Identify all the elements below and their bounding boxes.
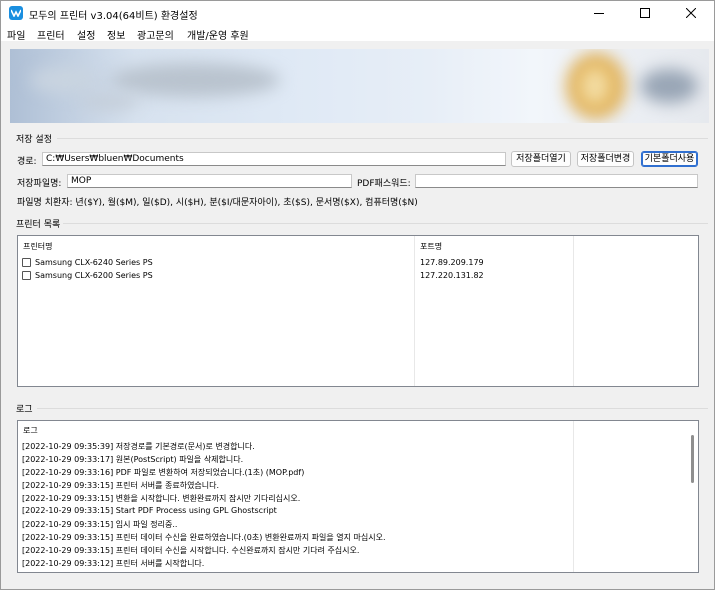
printer-checkbox[interactable] bbox=[22, 271, 31, 280]
menu-printer[interactable]: 프린터 bbox=[37, 27, 65, 42]
menu-donate[interactable]: 개발/운영 후원 bbox=[187, 27, 249, 42]
banner-blur-shape bbox=[80, 95, 140, 109]
default-folder-button[interactable]: 기본폴더사용 bbox=[641, 151, 698, 167]
menu-ad-inquiry[interactable]: 광고문의 bbox=[137, 27, 174, 42]
log-line: [2022-10-29 09:33:15] Start PDF Process … bbox=[22, 506, 277, 515]
menu-bar: 파일 프린터 설정 정보 광고문의 개발/운영 후원 bbox=[1, 25, 714, 42]
pdf-password-field[interactable] bbox=[415, 174, 698, 188]
column-header-port[interactable]: 포트명 bbox=[420, 241, 442, 252]
menu-file[interactable]: 파일 bbox=[7, 27, 25, 42]
maximize-icon bbox=[640, 8, 650, 18]
banner-blur-shape bbox=[580, 67, 610, 105]
minimize-button[interactable] bbox=[576, 1, 622, 25]
storage-group-title: 저장 설정 bbox=[16, 135, 52, 145]
substitution-help: 파일명 치환자: 년($Y), 월($M), 일($D), 시($H), 분($… bbox=[17, 198, 418, 208]
banner-blur-shape bbox=[110, 63, 280, 97]
log-line: [2022-10-29 09:33:15] 프린터 데이터 수신을 완료하였습니… bbox=[22, 533, 386, 542]
log-line: [2022-10-29 09:33:16] PDF 파일로 변환하여 저장되었습… bbox=[22, 468, 305, 477]
column-divider bbox=[573, 236, 574, 386]
banner-blur-shape bbox=[640, 69, 698, 103]
printer-port: 127.220.131.82 bbox=[420, 271, 484, 280]
column-header-log[interactable]: 로그 bbox=[23, 425, 38, 436]
printer-name[interactable]: Samsung CLX-6240 Series PS bbox=[35, 258, 153, 267]
storage-group-border bbox=[57, 138, 708, 139]
log-line: [2022-10-29 09:33:15] 프린터 서버를 종료하였습니다. bbox=[22, 481, 220, 490]
ad-banner[interactable] bbox=[10, 49, 709, 123]
filename-label: 저장파일명: bbox=[17, 179, 62, 189]
window-title: 모두의 프린터 v3.04(64비트) 환경설정 bbox=[29, 11, 198, 22]
path-field[interactable]: C:₩Users₩bluen₩Documents bbox=[42, 152, 506, 166]
log-list[interactable]: 로그 [2022-10-29 09:35:39] 저장경로를 기본경로(문서)로… bbox=[17, 420, 699, 573]
column-divider bbox=[573, 421, 574, 572]
change-folder-button[interactable]: 저장폴더변경 bbox=[577, 151, 634, 167]
log-line: [2022-10-29 09:33:17] 원본(PostScript) 파일을… bbox=[22, 455, 244, 464]
column-divider bbox=[414, 236, 415, 386]
printer-group-title: 프린터 목록 bbox=[16, 220, 61, 230]
log-group-title: 로그 bbox=[16, 405, 33, 415]
log-line: [2022-10-29 09:33:15] 변환을 시작합니다. 변환완료까지 … bbox=[22, 494, 301, 503]
settings-window: 모두의 프린터 v3.04(64비트) 환경설정 파일 프린터 설정 정보 광고… bbox=[0, 0, 715, 590]
log-line: [2022-10-29 09:35:39] 저장경로를 기본경로(문서)로 변경… bbox=[22, 442, 255, 451]
printer-checkbox[interactable] bbox=[22, 258, 31, 267]
printer-port: 127.89.209.179 bbox=[420, 258, 484, 267]
printer-name[interactable]: Samsung CLX-6200 Series PS bbox=[35, 271, 153, 280]
menu-info[interactable]: 정보 bbox=[107, 27, 125, 42]
close-button[interactable] bbox=[668, 1, 714, 25]
log-line: [2022-10-29 09:33:15] 임시 파일 정리중.. bbox=[22, 520, 178, 529]
title-bar[interactable]: 모두의 프린터 v3.04(64비트) 환경설정 bbox=[1, 1, 714, 25]
maximize-button[interactable] bbox=[622, 1, 668, 25]
log-group-border bbox=[37, 408, 708, 409]
log-line: [2022-10-29 09:33:12] 프린터 서버를 시작합니다. bbox=[22, 559, 205, 568]
filename-field[interactable]: MOP bbox=[67, 174, 352, 188]
column-header-printer-name[interactable]: 프린터명 bbox=[23, 241, 52, 252]
minimize-icon bbox=[594, 12, 604, 14]
printer-group-border bbox=[63, 223, 708, 224]
close-icon bbox=[686, 8, 696, 18]
menu-settings[interactable]: 설정 bbox=[77, 27, 95, 42]
path-label: 경로: bbox=[17, 157, 37, 167]
banner-blur-shape bbox=[30, 67, 100, 93]
printer-list[interactable]: 프린터명 포트명 Samsung CLX-6240 Series PS 127.… bbox=[17, 235, 699, 387]
log-line: [2022-10-29 09:33:15] 프린터 데이터 수신을 시작합니다.… bbox=[22, 546, 360, 555]
open-folder-button[interactable]: 저장폴더열기 bbox=[511, 151, 571, 167]
pdf-password-label: PDF패스워드: bbox=[357, 179, 411, 189]
app-icon bbox=[9, 6, 23, 20]
log-scrollbar[interactable] bbox=[691, 435, 694, 483]
